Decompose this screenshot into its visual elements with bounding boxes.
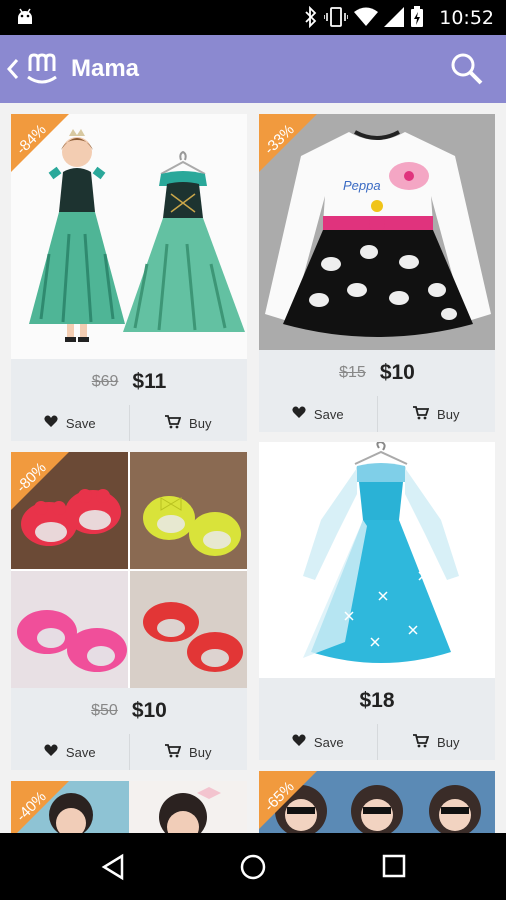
old-price: $69 — [91, 372, 119, 390]
system-nav-bar — [0, 833, 506, 900]
bluetooth-icon — [304, 5, 318, 33]
price-area: $18 Save Buy — [259, 678, 495, 760]
buy-button[interactable]: Buy — [128, 405, 248, 441]
product-card[interactable]: Peppa -33% $15 $10 Save Buy — [259, 114, 495, 432]
discount-badge: -40% — [11, 781, 69, 833]
save-button[interactable]: Save — [11, 405, 129, 441]
current-price: $18 — [359, 688, 395, 712]
battery-icon — [410, 6, 424, 33]
page-title: Mama — [71, 55, 140, 82]
product-card[interactable]: -40% — [11, 781, 247, 833]
product-grid: -84% $69 $11 Save Buy Peppa -33% $15 $10… — [0, 103, 506, 833]
save-button[interactable]: Save — [11, 734, 129, 770]
heart-icon — [292, 406, 306, 422]
cart-icon — [165, 743, 182, 761]
price-area: $69 $11 Save Buy — [11, 359, 247, 441]
cart-icon — [413, 405, 430, 423]
discount-badge: -65% — [259, 771, 317, 829]
current-price: $10 — [379, 360, 415, 384]
discount-badge: -33% — [259, 114, 317, 172]
nav-home-icon[interactable] — [239, 853, 267, 886]
mama-logo-icon — [24, 49, 60, 92]
chevron-left-icon[interactable] — [4, 55, 22, 88]
save-button[interactable]: Save — [259, 724, 377, 760]
buy-button[interactable]: Buy — [376, 396, 496, 432]
price-area: $15 $10 Save Buy — [259, 350, 495, 432]
cart-icon — [413, 733, 430, 751]
android-icon — [14, 6, 36, 33]
product-card[interactable]: $18 Save Buy — [259, 442, 495, 760]
product-card[interactable]: -84% $69 $11 Save Buy — [11, 114, 247, 441]
search-icon[interactable] — [450, 52, 484, 91]
status-bar: 10:52 — [0, 0, 506, 35]
nav-back-icon[interactable] — [100, 853, 126, 886]
heart-icon — [292, 734, 306, 750]
status-time: 10:52 — [439, 7, 494, 29]
signal-icon — [384, 7, 404, 32]
svg-text:Peppa: Peppa — [343, 178, 381, 193]
old-price: $15 — [339, 363, 366, 381]
vibrate-icon — [323, 6, 349, 33]
price-area: $50 $10 Save Buy — [11, 688, 247, 770]
wifi-icon — [354, 7, 378, 32]
discount-badge: -80% — [11, 452, 69, 510]
current-price: $11 — [132, 369, 167, 393]
heart-icon — [44, 415, 58, 431]
cart-icon — [165, 414, 182, 432]
app-bar: Mama — [0, 35, 506, 103]
current-price: $10 — [131, 698, 167, 722]
discount-badge: -84% — [11, 114, 69, 172]
buy-button[interactable]: Buy — [128, 734, 248, 770]
product-image[interactable] — [259, 442, 495, 678]
old-price: $50 — [91, 701, 118, 719]
save-button[interactable]: Save — [259, 396, 377, 432]
product-card[interactable]: -65% — [259, 771, 495, 833]
nav-recents-icon[interactable] — [381, 853, 407, 884]
product-card[interactable]: -80% $50 $10 Save Buy — [11, 452, 247, 770]
buy-button[interactable]: Buy — [376, 724, 496, 760]
heart-icon — [44, 744, 58, 760]
